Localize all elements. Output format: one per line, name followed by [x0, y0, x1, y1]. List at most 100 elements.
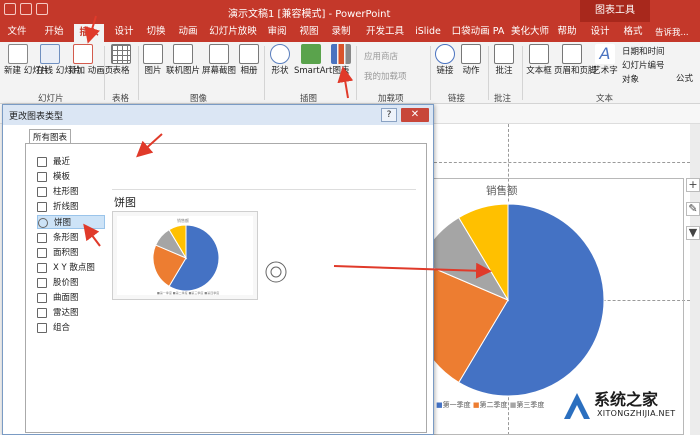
new-slide-icon: [8, 44, 28, 64]
chart-button[interactable]: 图表: [330, 44, 352, 76]
tab-slideshow[interactable]: 幻灯片放映: [206, 22, 260, 42]
chart-type-template[interactable]: 模板: [37, 170, 105, 184]
action-button[interactable]: 动作: [460, 44, 482, 76]
anim-page-icon: [73, 44, 93, 64]
online-picture-button[interactable]: 联机图片: [166, 44, 200, 76]
online-picture-icon: [173, 44, 193, 64]
screenshot-button[interactable]: 屏幕截图: [202, 44, 236, 76]
picture-label: 图片: [144, 66, 162, 76]
tab-animations[interactable]: 动画: [174, 22, 202, 42]
table-button[interactable]: 表格: [108, 44, 134, 76]
tell-me-search[interactable]: 告诉我...: [655, 26, 689, 38]
picture-button[interactable]: 图片: [142, 44, 164, 76]
chart-type-combo[interactable]: 组合: [37, 321, 105, 335]
header-footer-icon: [562, 44, 582, 64]
header-footer-button[interactable]: 页眉和页脚: [554, 44, 597, 76]
comment-label: 批注: [495, 66, 513, 76]
tab-insert[interactable]: 插入: [74, 24, 104, 42]
powerpoint-window: 演示文稿1 [兼容模式] - PowerPoint 图表工具 文件 开始 插入 …: [0, 0, 700, 435]
link-icon: [435, 44, 455, 64]
tab-view[interactable]: 视图: [296, 22, 322, 42]
chart-subtype-title: 饼图: [114, 196, 136, 209]
group-illustrations-label: 插图: [300, 94, 318, 104]
column-chart-icon: [37, 186, 47, 197]
slide-number-button[interactable]: 幻灯片编号: [622, 59, 665, 71]
tab-chart-design[interactable]: 设计: [586, 22, 614, 42]
chart-type-pie[interactable]: 饼图: [37, 215, 105, 229]
new-anim-page-button[interactable]: 新加 动画页: [68, 44, 113, 76]
tab-all-charts[interactable]: 所有图表: [29, 129, 72, 144]
chart-title: 销售额: [486, 185, 518, 197]
shapes-button[interactable]: 形状: [268, 44, 292, 76]
tab-pocket-animation[interactable]: 口袋动画 PA: [450, 22, 506, 42]
tab-transitions[interactable]: 切换: [142, 22, 170, 42]
quick-access-toolbar: [4, 3, 52, 18]
chart-type-recent[interactable]: 最近: [37, 155, 105, 169]
link-label: 链接: [436, 66, 454, 76]
chart-filters-button[interactable]: ▼: [686, 226, 700, 240]
tab-chart-format[interactable]: 格式: [618, 22, 648, 42]
title-bar: 演示文稿1 [兼容模式] - PowerPoint 图表工具: [0, 0, 700, 22]
tab-islide[interactable]: iSlide: [414, 22, 442, 42]
online-slide-button[interactable]: 在线 幻灯片: [36, 44, 81, 76]
tab-file[interactable]: 文件: [4, 22, 30, 42]
object-button[interactable]: 对象: [622, 73, 639, 85]
chart-label: 图表: [332, 66, 350, 76]
group-addins-label: 加载项: [378, 94, 404, 104]
tab-home[interactable]: 开始: [40, 22, 68, 42]
tab-beautify-master[interactable]: 美化大师: [510, 22, 550, 42]
chart-type-radar[interactable]: 雷达图: [37, 306, 105, 320]
chart-type-line[interactable]: 折线图: [37, 200, 105, 214]
watermark-text: 系统之家: [594, 390, 659, 409]
chart-type-stock[interactable]: 股价图: [37, 276, 105, 290]
textbox-icon: [529, 44, 549, 64]
dialog-title-bar: 更改图表类型 ? ✕: [3, 105, 433, 125]
datetime-button[interactable]: 日期和时间: [622, 45, 665, 57]
close-button[interactable]: ✕: [401, 108, 429, 122]
store-button[interactable]: 应用商店: [364, 50, 398, 62]
comment-button[interactable]: 批注: [492, 44, 516, 76]
group-slides-label: 幻灯片: [38, 94, 64, 104]
wordart-button[interactable]: A 艺术字: [592, 44, 618, 76]
undo-icon[interactable]: [20, 3, 32, 15]
subtype-divider: [112, 189, 416, 190]
help-button[interactable]: ?: [381, 108, 397, 122]
tab-help[interactable]: 帮助: [554, 22, 580, 42]
pie-chart-icon: [38, 217, 48, 228]
divider: [522, 46, 523, 100]
new-slide-button[interactable]: 新建 幻灯片: [4, 44, 49, 76]
album-button[interactable]: 相册: [238, 44, 260, 76]
chart-type-area[interactable]: 面积图: [37, 246, 105, 260]
recent-icon: [37, 156, 47, 167]
ribbon-tabs: 文件 开始 插入 设计 切换 动画 幻灯片放映 审阅 视图 录制 开发工具 iS…: [0, 22, 700, 42]
link-button[interactable]: 链接: [434, 44, 456, 76]
chart-type-bar[interactable]: 条形图: [37, 231, 105, 245]
chart-type-label: 条形图: [53, 233, 79, 243]
chart-type-column[interactable]: 柱形图: [37, 185, 105, 199]
chart-preview[interactable]: 销售额 ■第一季度 ■第二季度 ■第三季度 ■第四季度: [112, 211, 258, 300]
chart-styles-button[interactable]: ✎: [686, 202, 700, 216]
chart-type-label: 模板: [53, 172, 71, 182]
smartart-button[interactable]: SmartArt: [294, 44, 333, 76]
save-icon[interactable]: [4, 3, 16, 15]
textbox-button[interactable]: 文本框: [526, 44, 552, 76]
my-addins-button[interactable]: 我的加载项: [364, 70, 407, 82]
chart-elements-button[interactable]: +: [686, 178, 700, 192]
textbox-label: 文本框: [526, 66, 552, 76]
online-picture-label: 联机图片: [166, 66, 201, 76]
wordart-label: 艺术字: [592, 66, 618, 76]
chart-type-scatter[interactable]: X Y 散点图: [37, 261, 105, 275]
subtype-doughnut[interactable]: [259, 256, 293, 288]
divider: [138, 46, 139, 100]
tab-review[interactable]: 审阅: [264, 22, 290, 42]
guide-line-horizontal: [434, 162, 690, 163]
tab-developer[interactable]: 开发工具: [362, 22, 408, 42]
chart-type-surface[interactable]: 曲面图: [37, 291, 105, 305]
chart-type-label: 饼图: [54, 218, 72, 228]
formula-button[interactable]: 公式: [676, 72, 693, 84]
tab-record[interactable]: 录制: [328, 22, 354, 42]
tab-design[interactable]: 设计: [110, 22, 138, 42]
doughnut-subtype-icon: [265, 261, 287, 283]
smartart-label: SmartArt: [294, 66, 333, 76]
redo-icon[interactable]: [36, 3, 48, 15]
